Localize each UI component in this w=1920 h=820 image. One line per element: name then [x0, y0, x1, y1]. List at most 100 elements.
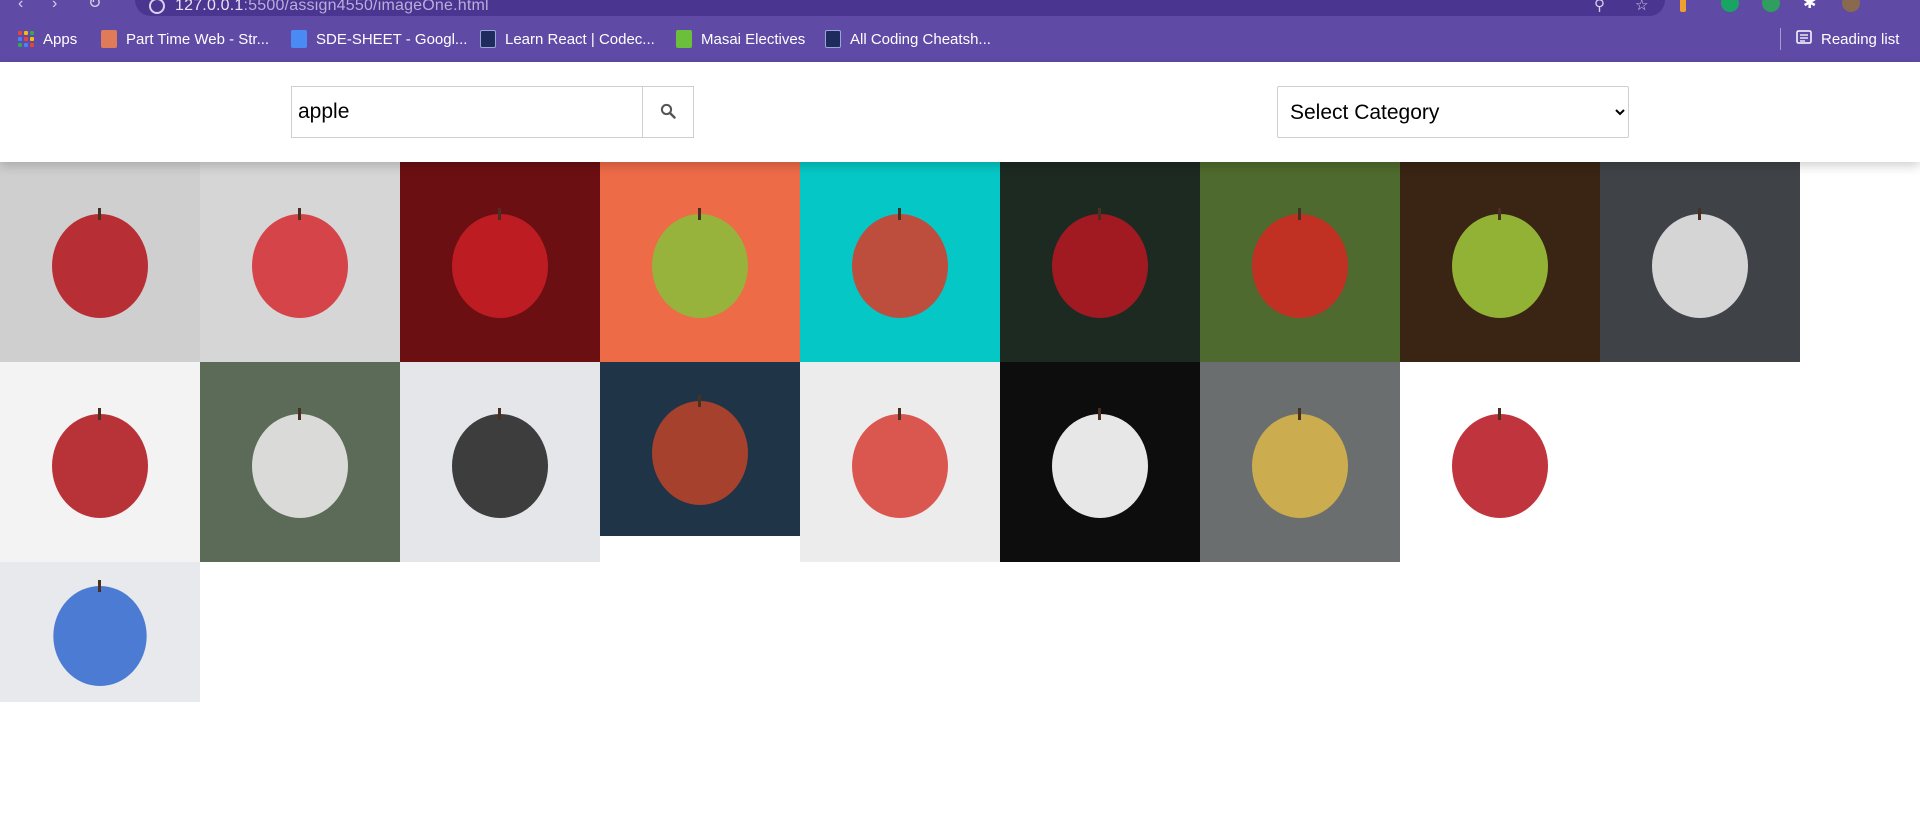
bookmark-label: All Coding Cheatsh... — [850, 30, 991, 48]
image-tile[interactable] — [1400, 362, 1600, 562]
image-detail — [1498, 408, 1501, 420]
reload-icon[interactable]: ↻ — [88, 0, 101, 12]
image-thumbnail — [1200, 362, 1400, 562]
image-detail — [898, 408, 901, 420]
image-detail — [1298, 208, 1301, 220]
image-tile[interactable] — [200, 162, 400, 362]
forward-icon[interactable]: › — [52, 0, 57, 12]
image-subject — [452, 414, 548, 518]
address-text[interactable]: 127.0.0.1:5500/assign4550/imageOne.html — [175, 0, 489, 14]
image-tile[interactable] — [0, 362, 200, 562]
image-subject — [652, 214, 748, 318]
image-tile[interactable] — [600, 362, 800, 536]
browser-toolbar: ‹ › ↻ 127.0.0.1:5500/assign4550/imageOne… — [0, 0, 1920, 16]
search-input[interactable] — [292, 87, 644, 137]
image-detail — [1698, 208, 1701, 220]
image-detail — [98, 580, 101, 592]
image-detail — [498, 208, 501, 220]
image-subject — [852, 214, 948, 318]
image-subject — [652, 401, 748, 505]
bookmark-learn-react[interactable]: Learn React | Codec... — [480, 22, 655, 56]
url-path: :5500/assign4550/imageOne.html — [243, 0, 489, 14]
site-info-icon[interactable] — [149, 0, 165, 14]
bookmark-part-time-web[interactable]: Part Time Web - Str... — [101, 22, 269, 56]
image-thumbnail — [200, 362, 400, 562]
image-subject — [1452, 414, 1548, 518]
bookmark-masai-electives[interactable]: Masai Electives — [676, 22, 805, 56]
image-detail — [698, 395, 701, 407]
bookmark-coding-cheatsheets[interactable]: All Coding Cheatsh... — [825, 22, 991, 56]
address-bar[interactable]: 127.0.0.1:5500/assign4550/imageOne.html … — [135, 0, 1665, 16]
image-tile[interactable] — [400, 162, 600, 362]
image-thumbnail — [1400, 362, 1600, 562]
image-subject — [1652, 214, 1748, 318]
bookmark-apps[interactable]: Apps — [18, 22, 77, 56]
image-thumbnail — [600, 162, 800, 362]
bookmarks-bar: Apps Part Time Web - Str... SDE-SHEET - … — [0, 22, 1920, 56]
image-subject — [53, 586, 147, 686]
image-thumbnail — [600, 362, 800, 536]
image-tile[interactable] — [1000, 162, 1200, 362]
google-docs-icon — [291, 30, 307, 48]
bookmark-label: SDE-SHEET - Googl... — [316, 30, 468, 48]
extension-icon[interactable] — [1680, 0, 1686, 12]
image-subject — [1052, 414, 1148, 518]
image-thumbnail — [0, 362, 200, 562]
image-tile[interactable] — [200, 362, 400, 562]
zoom-icon[interactable]: ⚲ — [1594, 0, 1605, 14]
image-thumbnail — [1400, 162, 1600, 362]
reading-list-button[interactable]: Reading list — [1796, 22, 1899, 56]
bookmark-label: Learn React | Codec... — [505, 30, 655, 48]
image-detail — [698, 208, 701, 220]
image-thumbnail — [200, 162, 400, 362]
bookmark-star-icon[interactable]: ☆ — [1635, 0, 1648, 14]
image-detail — [98, 208, 101, 220]
image-thumbnail — [0, 562, 200, 702]
image-thumbnail — [400, 362, 600, 562]
image-tile[interactable] — [800, 162, 1000, 362]
image-tile[interactable] — [600, 162, 800, 362]
image-thumbnail — [800, 162, 1000, 362]
image-subject — [1052, 214, 1148, 318]
image-detail — [1498, 208, 1501, 220]
apps-grid-icon — [18, 31, 34, 47]
image-tile[interactable] — [1200, 162, 1400, 362]
bookmark-favicon-icon — [101, 30, 117, 48]
image-tile[interactable] — [1400, 162, 1600, 362]
image-thumbnail — [0, 162, 200, 362]
extension-icon[interactable] — [1762, 0, 1780, 12]
image-thumbnail — [1200, 162, 1400, 362]
image-tile[interactable] — [0, 162, 200, 362]
image-tile[interactable] — [1000, 362, 1200, 562]
image-tile[interactable] — [400, 362, 600, 562]
image-detail — [898, 208, 901, 220]
image-subject — [52, 414, 148, 518]
codecademy-icon — [825, 30, 841, 48]
search-bar — [291, 86, 694, 138]
category-select[interactable]: Select Category — [1277, 86, 1629, 138]
bookmark-label: Apps — [43, 30, 78, 48]
bookmarks-divider — [1780, 28, 1781, 50]
google-sheets-icon — [676, 30, 692, 48]
image-tile[interactable] — [1600, 162, 1800, 362]
image-thumbnail — [1000, 162, 1200, 362]
image-tile[interactable] — [0, 562, 200, 702]
bookmark-sde-sheet[interactable]: SDE-SHEET - Googl... — [291, 22, 467, 56]
grammarly-icon[interactable] — [1721, 0, 1739, 12]
image-detail — [298, 208, 301, 220]
image-thumbnail — [800, 362, 1000, 562]
image-detail — [98, 408, 101, 420]
image-grid — [0, 162, 1920, 722]
back-icon[interactable]: ‹ — [18, 0, 23, 12]
profile-avatar-icon[interactable] — [1842, 0, 1860, 12]
image-tile[interactable] — [800, 362, 1000, 562]
image-subject — [1252, 214, 1348, 318]
image-detail — [298, 408, 301, 420]
search-button[interactable] — [643, 87, 693, 137]
image-tile[interactable] — [1200, 362, 1400, 562]
url-host: 127.0.0.1 — [175, 0, 244, 14]
image-subject — [1452, 214, 1548, 318]
extensions-puzzle-icon[interactable]: ✱ — [1803, 0, 1816, 12]
image-thumbnail — [1000, 362, 1200, 562]
image-subject — [252, 214, 348, 318]
